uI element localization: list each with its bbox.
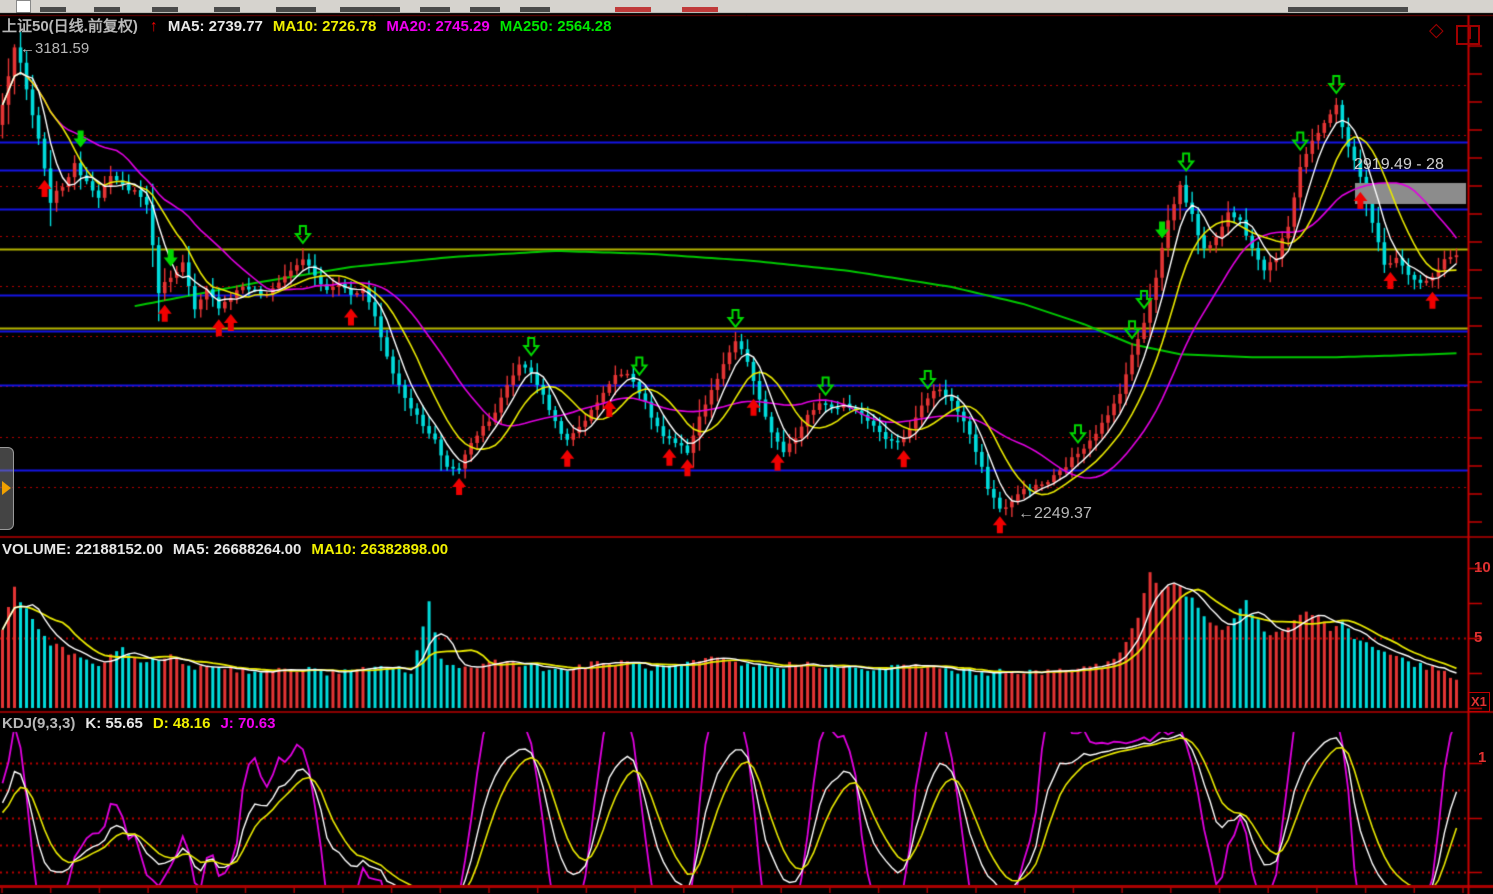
ma5-value: MA5: 2739.77: [167, 18, 263, 35]
main-chart-canvas[interactable]: [0, 0, 1493, 894]
diamond-icon[interactable]: ◇: [1429, 21, 1444, 40]
range-annotation: 2919.49 - 28: [1354, 156, 1444, 173]
window-layout-icon[interactable]: [1456, 25, 1480, 45]
kdj-pane-header: KDJ(9,3,3) K: 55.65 D: 48.16 J: 70.63: [2, 715, 286, 732]
volume-pane-header: VOLUME: 22188152.00 MA5: 26688264.00 MA10:…: [2, 541, 458, 558]
low-annotation: ←2249.37: [1018, 505, 1092, 522]
volume-value: VOLUME: 22188152.00: [2, 541, 163, 558]
kdj-d-value: D: 48.16: [152, 715, 211, 732]
ma20-value: MA20: 2745.29: [386, 18, 490, 35]
ma250-value: MA250: 2564.28: [499, 18, 612, 35]
volume-axis-mid-label: 5: [1474, 629, 1483, 646]
kdj-axis-top-label: 1: [1478, 749, 1487, 766]
volume-ma10-value: MA10: 26382898.00: [311, 541, 449, 558]
volume-axis-top-label: 10: [1474, 559, 1491, 576]
main-pane-header: 上证50(日线.前复权) ↑ MA5: 2739.77 MA10: 2726.78 MA…: [2, 18, 621, 35]
kdj-k-value: K: 55.65: [85, 715, 143, 732]
trend-up-icon: ↑: [149, 18, 158, 35]
volume-ma5-value: MA5: 26688264.00: [172, 541, 302, 558]
kdj-name: KDJ(9,3,3): [2, 715, 76, 732]
symbol-title: 上证50(日线.前复权): [2, 18, 138, 35]
high-annotation: ←3181.59: [20, 40, 90, 57]
stock-app-window: { "toolbar": {"note": "menu bar clipped …: [0, 0, 1493, 894]
ma10-value: MA10: 2726.78: [272, 18, 377, 35]
volume-multiplier-label: X1: [1468, 692, 1490, 712]
sidebar-expand-handle[interactable]: [0, 447, 14, 530]
expand-arrow-icon: [2, 481, 11, 495]
kdj-j-value: J: 70.63: [220, 715, 276, 732]
